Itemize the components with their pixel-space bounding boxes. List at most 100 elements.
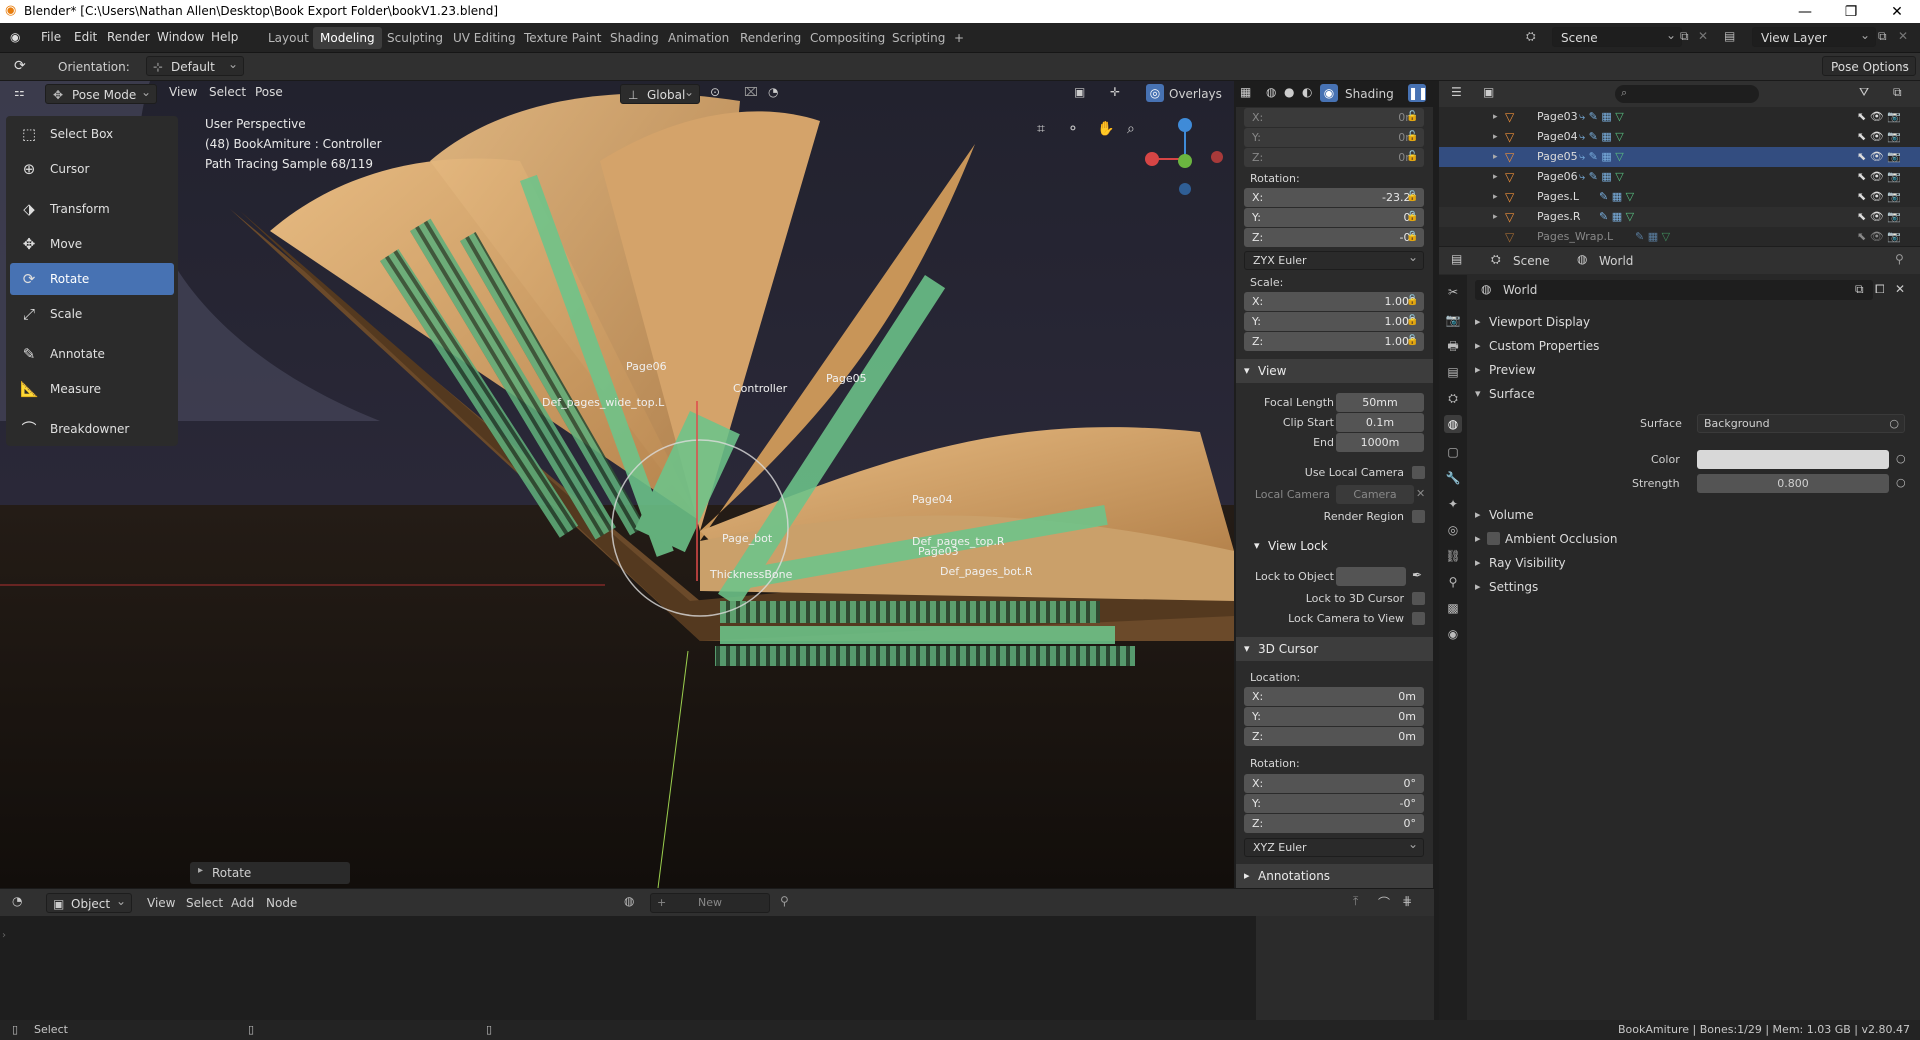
node-menu-view[interactable]: View: [147, 896, 175, 910]
ambient-occlusion-checkbox[interactable]: [1487, 532, 1500, 545]
expand-toolbar-icon[interactable]: ›: [2, 930, 6, 941]
panel-viewport-display[interactable]: Viewport Display: [1467, 311, 1917, 333]
particles-tab-icon[interactable]: ✦: [1444, 495, 1462, 513]
rotation-x-field[interactable]: X: -23.2°: [1244, 188, 1424, 207]
duplicate-icon[interactable]: ⧉: [1855, 282, 1864, 297]
strength-field[interactable]: 0.800: [1697, 474, 1889, 493]
lock-icon[interactable]: 🔓: [1406, 111, 1418, 123]
unlink-icon[interactable]: ✕: [1895, 282, 1905, 296]
physics-tab-icon[interactable]: ◎: [1444, 521, 1462, 539]
pin-icon[interactable]: ⚲: [1895, 252, 1904, 266]
rendered-shading-icon[interactable]: ◉: [1320, 84, 1338, 102]
visibility-icons[interactable]: ⬉ 👁 📷: [1857, 147, 1901, 167]
panel-settings[interactable]: Settings: [1467, 576, 1917, 598]
display-mode-icon[interactable]: ▣: [1483, 85, 1494, 99]
lock-icon[interactable]: 🔒: [1406, 231, 1418, 243]
tab-animation[interactable]: Animation: [661, 27, 736, 49]
lock-icon[interactable]: 🔒: [1406, 211, 1418, 223]
3d-viewport[interactable]: [0, 81, 1234, 888]
clip-start-field[interactable]: 0.1m: [1336, 413, 1424, 432]
render-region-checkbox[interactable]: [1412, 510, 1425, 523]
cursor-rotation-x[interactable]: X: 0°: [1244, 774, 1424, 793]
object-tab-icon[interactable]: ▢: [1444, 443, 1462, 461]
location-x-field[interactable]: X: 0m: [1244, 108, 1424, 127]
world-tab-icon[interactable]: ◍: [1444, 415, 1462, 433]
tab-scripting[interactable]: Scripting: [885, 27, 952, 49]
snap-element-icon[interactable]: ⋕: [1402, 894, 1412, 908]
tab-uv-editing[interactable]: UV Editing: [446, 27, 523, 49]
visibility-icons[interactable]: ⬉ 👁 📷: [1857, 207, 1901, 227]
material-shading-icon[interactable]: ◐: [1302, 85, 1312, 99]
rotation-mode-dropdown[interactable]: ZYX Euler: [1244, 249, 1424, 270]
cursor-location-z[interactable]: Z: 0m: [1244, 727, 1424, 746]
panel-custom-properties[interactable]: Custom Properties: [1467, 335, 1917, 357]
parent-node-icon[interactable]: ⤒: [1353, 894, 1358, 909]
focal-length-field[interactable]: 50mm: [1336, 393, 1424, 412]
tab-compositing[interactable]: Compositing: [803, 27, 892, 49]
tool-measure[interactable]: 📐 Measure: [10, 373, 174, 405]
constraint-tab-icon[interactable]: ⛓: [1444, 547, 1462, 565]
new-collection-icon[interactable]: ⧉: [1893, 85, 1902, 100]
lock-icon[interactable]: 🔓: [1406, 131, 1418, 143]
data-tab-icon[interactable]: ⚲: [1444, 573, 1462, 591]
rotation-z-field[interactable]: Z: -0°: [1244, 228, 1424, 247]
outliner-row[interactable]: ▸ ▽ Pages.R ✎ ▦ ▽ ⬉ 👁 📷: [1439, 207, 1920, 227]
annotations-section-header[interactable]: Annotations: [1236, 864, 1433, 888]
context-scene[interactable]: Scene: [1513, 254, 1550, 268]
overlays-label[interactable]: Overlays: [1169, 87, 1222, 101]
visibility-icons[interactable]: ⬉ 👁 📷: [1857, 167, 1901, 187]
tab-shading[interactable]: Shading: [603, 27, 666, 49]
camera-view-icon[interactable]: ⚬: [1067, 121, 1079, 137]
pose-options-dropdown[interactable]: Pose Options: [1822, 54, 1916, 76]
view-section-header[interactable]: View: [1236, 359, 1433, 383]
menu-file[interactable]: File: [41, 30, 61, 44]
menu-help[interactable]: Help: [211, 30, 238, 44]
view-lock-section-header[interactable]: View Lock: [1246, 534, 1433, 558]
clip-end-field[interactable]: 1000m: [1336, 433, 1424, 452]
outliner-row[interactable]: ▸ ▽ Page03 ⤷ ✎ ▦ ▽ ⬉ 👁 📷: [1439, 107, 1920, 127]
strength-socket-icon[interactable]: ○: [1896, 476, 1906, 489]
eyedropper-icon[interactable]: ✒: [1412, 568, 1422, 582]
visibility-icons[interactable]: ⬉ 👁 📷: [1857, 187, 1901, 207]
new-scene-icon[interactable]: ⧉: [1680, 29, 1689, 44]
menu-edit[interactable]: Edit: [74, 30, 97, 44]
lock-icon[interactable]: 🔓: [1406, 151, 1418, 163]
lock-icon[interactable]: 🔓: [1406, 335, 1418, 347]
fake-user-icon[interactable]: ⧠: [1875, 282, 1885, 297]
lock-icon[interactable]: 🔓: [1406, 315, 1418, 327]
node-editor-canvas[interactable]: ›: [0, 916, 1256, 1020]
cursor-rotation-mode-dropdown[interactable]: XYZ Euler: [1244, 836, 1424, 857]
visibility-icons[interactable]: ⬉ 👁 📷: [1857, 107, 1901, 127]
material-tab-icon[interactable]: ▩: [1444, 599, 1462, 617]
visibility-icons[interactable]: ⬉ 👁 📷: [1857, 127, 1901, 147]
scale-z-field[interactable]: Z: 1.000: [1244, 332, 1424, 351]
node-menu-add[interactable]: Add: [231, 896, 254, 910]
zoom-icon[interactable]: ⌕: [1127, 121, 1135, 137]
tab-rendering[interactable]: Rendering: [733, 27, 808, 49]
pivot-icon[interactable]: ⊙: [710, 85, 720, 99]
menu-render[interactable]: Render: [107, 30, 150, 44]
lock-icon[interactable]: 🔓: [1406, 191, 1418, 203]
modifier-tab-icon[interactable]: 🔧: [1444, 469, 1462, 487]
material-slot-icon[interactable]: ◍: [624, 894, 634, 908]
tab-texture-paint[interactable]: Texture Paint: [517, 27, 608, 49]
panel-ambient-occlusion[interactable]: Ambient Occlusion: [1467, 528, 1917, 550]
shading-label[interactable]: Shading: [1345, 87, 1394, 101]
remove-view-layer-icon[interactable]: ✕: [1898, 29, 1908, 43]
node-editor-type-icon[interactable]: ◔: [12, 894, 22, 908]
local-camera-field[interactable]: Camera: [1336, 485, 1414, 504]
cursor-rotation-y[interactable]: Y: -0°: [1244, 794, 1424, 813]
view-layer-selector[interactable]: View Layer: [1752, 25, 1876, 47]
new-material-button[interactable]: + New: [650, 893, 770, 913]
maximize-icon[interactable]: ❐: [1828, 0, 1874, 23]
orientation-dropdown[interactable]: ⊹ Default: [146, 54, 244, 76]
minimize-icon[interactable]: —: [1782, 0, 1828, 23]
scene-icon[interactable]: ⛭: [1526, 29, 1536, 44]
color-swatch[interactable]: [1697, 450, 1889, 469]
lock-to-3d-cursor-checkbox[interactable]: [1412, 592, 1425, 605]
menu-window[interactable]: Window: [157, 30, 204, 44]
tool-annotate[interactable]: ✎ Annotate: [10, 338, 174, 370]
properties-editor-icon[interactable]: ▤: [1451, 252, 1462, 266]
tool-tab-icon[interactable]: ✂: [1444, 283, 1462, 301]
last-operator-panel[interactable]: ▸ Rotate: [190, 862, 350, 884]
